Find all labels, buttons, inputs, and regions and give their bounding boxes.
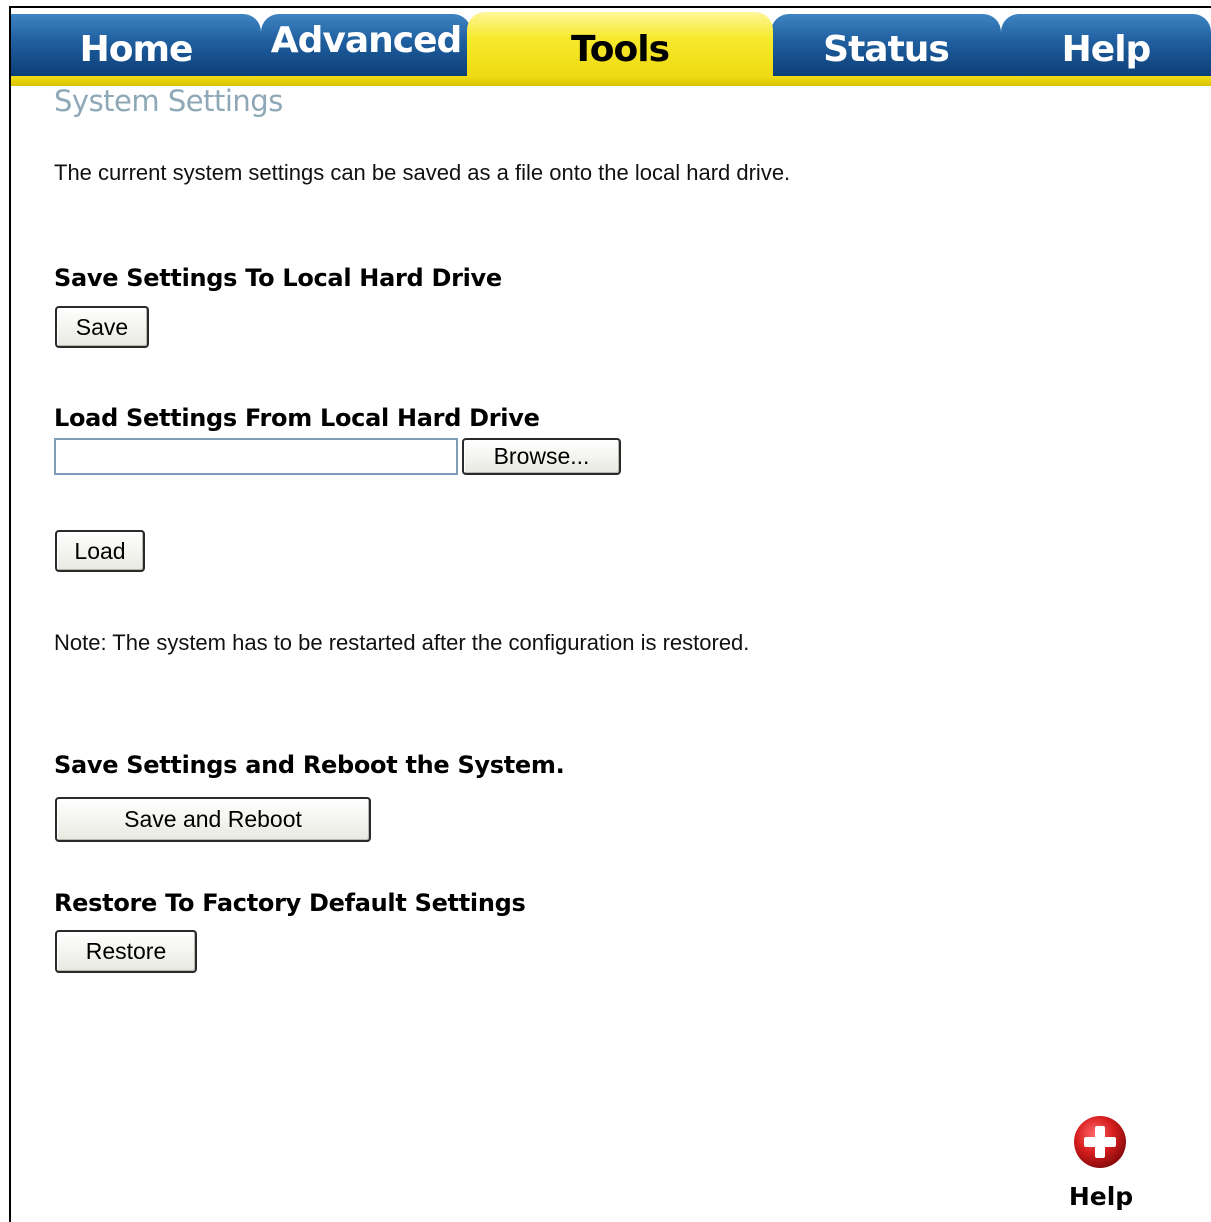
- tab-tools[interactable]: Tools: [467, 12, 773, 78]
- tab-help[interactable]: Help: [1001, 14, 1211, 76]
- intro-text: The current system settings can be saved…: [54, 160, 791, 185]
- browse-button[interactable]: Browse...: [462, 438, 621, 475]
- save-and-reboot-button[interactable]: Save and Reboot: [55, 797, 371, 842]
- save-button[interactable]: Save: [55, 306, 149, 348]
- help-plus-icon: [1074, 1116, 1126, 1168]
- file-path-input[interactable]: [54, 438, 458, 475]
- restore-section-heading: Restore To Factory Default Settings: [54, 889, 526, 917]
- load-button[interactable]: Load: [55, 530, 145, 572]
- load-section-heading: Load Settings From Local Hard Drive: [54, 404, 540, 432]
- tab-home[interactable]: Home: [11, 14, 261, 76]
- reboot-section-heading: Save Settings and Reboot the System.: [54, 751, 565, 779]
- top-navigation: Home Advanced Status Help Tools: [11, 8, 1211, 86]
- save-section-heading: Save Settings To Local Hard Drive: [54, 264, 502, 292]
- help-link-label: Help: [1068, 1182, 1134, 1211]
- restore-button[interactable]: Restore: [55, 930, 197, 973]
- restart-note: Note: The system has to be restarted aft…: [54, 630, 750, 655]
- tab-advanced[interactable]: Advanced: [261, 14, 471, 76]
- help-link[interactable]: Help: [1064, 1112, 1138, 1216]
- page-frame: [9, 6, 1211, 1222]
- tab-status[interactable]: Status: [771, 14, 1001, 76]
- page-title: System Settings: [54, 84, 283, 118]
